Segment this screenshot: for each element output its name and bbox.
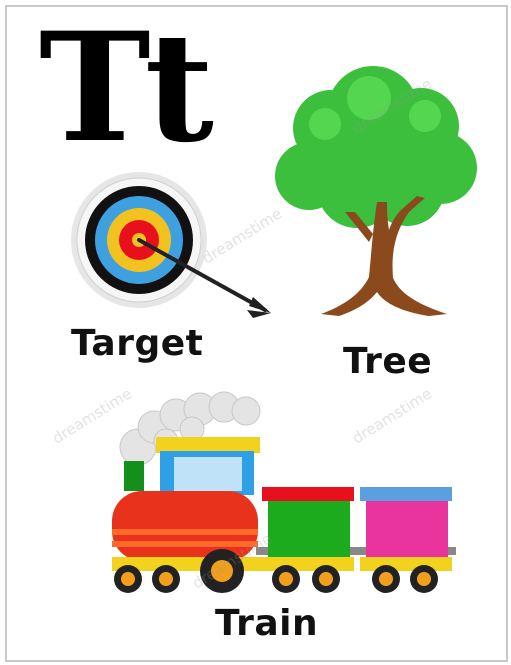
word-tree: Tree (343, 341, 433, 382)
word-target: Target (71, 323, 204, 364)
train-icon (112, 391, 456, 593)
target-icon (71, 172, 271, 318)
word-train: Train (215, 603, 319, 644)
flashcard: Tt Target Tree Train dreamstime dreamsti… (5, 5, 508, 662)
letter-heading: Tt (39, 5, 214, 176)
tree-icon (275, 66, 477, 316)
